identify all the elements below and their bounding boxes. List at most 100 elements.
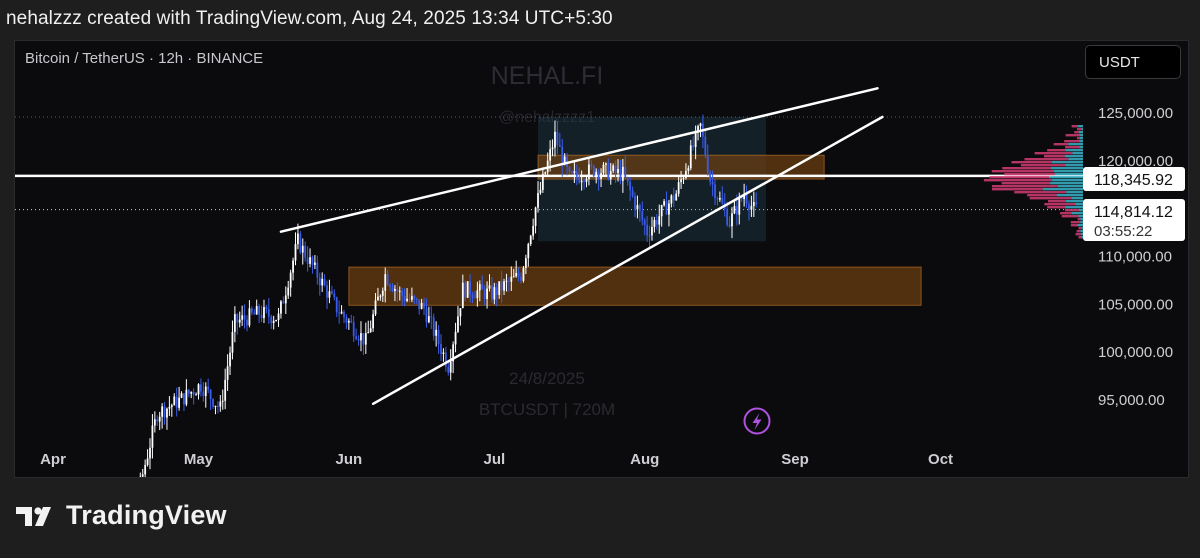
candle-body [738, 197, 741, 215]
candle-body [236, 314, 239, 323]
volume-profile-bar [1053, 170, 1083, 173]
candle-body [597, 171, 600, 179]
volume-profile-bar [1051, 179, 1083, 182]
volume-profile-bar [1074, 131, 1079, 134]
candle-body [541, 173, 544, 190]
candle-body [200, 384, 202, 392]
candle-body [347, 320, 350, 323]
candle-body [314, 262, 316, 265]
volume-profile-bar [1080, 221, 1083, 224]
price-axis[interactable]: 95,000.00 100,000.00 105,000.00 110,000.00 1… [1098, 105, 1173, 409]
candle-body [330, 291, 333, 294]
volume-profile-bar [1080, 230, 1083, 233]
candle-body [411, 296, 413, 300]
volume-profile-bar [1070, 224, 1078, 227]
candle-body [406, 298, 408, 301]
candle-body [493, 287, 496, 300]
volume-profile-bar [991, 188, 1043, 191]
volume-profile-bar [1075, 203, 1083, 206]
candle-body [544, 172, 547, 174]
candle-body [583, 180, 585, 182]
candle-body [260, 314, 263, 319]
volume-profile-bar [1079, 146, 1083, 149]
candle-body [459, 308, 462, 317]
candle-body [658, 216, 661, 225]
candle-body [621, 166, 624, 181]
candle-body [595, 171, 598, 177]
volume-profile-bar [1078, 236, 1082, 239]
candle-body [156, 419, 159, 422]
candle-body [217, 405, 219, 407]
lightning-icon[interactable] [743, 407, 771, 435]
candle-body [202, 391, 205, 397]
candle-body [318, 277, 321, 286]
volume-profile-bar [1077, 125, 1083, 128]
volume-profile-bar [1072, 152, 1083, 155]
volume-profile-bar [1077, 224, 1083, 227]
candle-body [246, 319, 248, 326]
candle-body [476, 290, 479, 299]
volume-profile-bar [1001, 182, 1051, 185]
volume-profile-bar [1079, 134, 1083, 137]
candle-body [457, 316, 459, 332]
candle-body [360, 333, 362, 341]
candle-body [515, 272, 518, 277]
volume-profile-bar [1076, 230, 1081, 233]
price-tick-label: 100,000.00 [1098, 344, 1173, 361]
price-tick-label: 95,000.00 [1098, 392, 1165, 409]
volume-profile-bar [1064, 209, 1080, 212]
candle-body [558, 145, 561, 147]
candle-body [665, 201, 668, 215]
candle-body [166, 408, 168, 418]
candle-body [685, 170, 687, 178]
candle-body [175, 396, 178, 408]
footer-logo[interactable]: TradingView [16, 500, 227, 531]
candle-body [153, 419, 156, 426]
footer-brand: TradingView [66, 500, 227, 530]
candle-body [539, 189, 542, 193]
candle-body [187, 389, 190, 394]
candle-body [692, 145, 695, 148]
volume-profile-bar [1081, 227, 1083, 230]
chart-area[interactable]: NEHAL.FI @nehalzzzz1 24/8/2025 BTCUSDT |… [14, 40, 1189, 478]
candle-body [626, 177, 629, 182]
time-tick-label: Oct [928, 451, 953, 468]
volume-profile-bar [1077, 218, 1081, 221]
candle-body [151, 425, 154, 448]
candle-body [442, 352, 445, 355]
candle-body [534, 207, 537, 226]
price-chart[interactable]: NEHAL.FI @nehalzzzz1 24/8/2025 BTCUSDT |… [15, 41, 1188, 477]
candle-body [301, 245, 304, 253]
candle-body [149, 447, 151, 459]
candle-body [282, 301, 285, 304]
supply-demand-zone-2[interactable] [348, 266, 922, 306]
currency-button[interactable]: USDT [1085, 45, 1181, 79]
candle-body [631, 190, 634, 197]
candle-body [280, 301, 282, 314]
candle-body [512, 276, 515, 278]
candle-body [694, 131, 697, 148]
candle-body [641, 211, 644, 221]
candle-body [726, 209, 729, 225]
candle-body [248, 308, 251, 326]
candle-body [648, 235, 651, 237]
volume-profile-bar [1081, 128, 1083, 131]
candle-body [343, 311, 345, 318]
candle-body [284, 295, 287, 304]
volume-profile-bar [1004, 173, 1055, 176]
candle-body [614, 165, 617, 173]
candle-body [551, 147, 554, 150]
candle-body [398, 290, 401, 292]
candle-body [549, 149, 552, 161]
volume-profile-bar [1080, 137, 1083, 140]
volume-profile-bar [1078, 215, 1083, 218]
candle-body [571, 171, 573, 174]
candle-body [386, 274, 389, 285]
candle-body [510, 276, 513, 282]
candle-body [612, 165, 615, 171]
candle-body [144, 464, 147, 475]
time-axis[interactable]: Apr May Jun Jul Aug Sep Oct [40, 451, 953, 468]
candle-body [663, 201, 665, 206]
candle-body [503, 281, 505, 291]
candle-body [255, 306, 258, 315]
